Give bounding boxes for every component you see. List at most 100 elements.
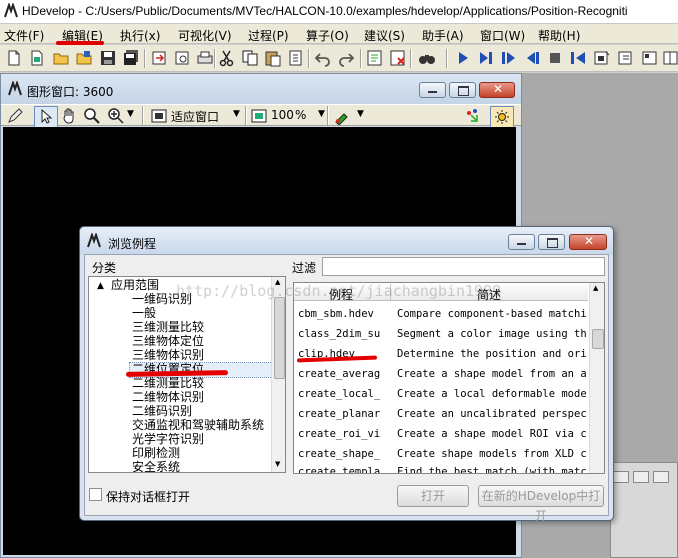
zoom-percent-icon[interactable] (250, 107, 268, 125)
save-icon[interactable] (99, 49, 117, 67)
table-cell-name[interactable]: create_templa (298, 466, 382, 473)
filter-input[interactable] (322, 257, 605, 276)
redo-icon[interactable] (337, 49, 355, 67)
menu-assistants[interactable]: 助手(A) (422, 27, 464, 44)
zoom-value[interactable]: 100 (271, 108, 294, 122)
table-scroll-thumb[interactable] (592, 329, 604, 349)
edit-pencil-icon[interactable] (6, 107, 24, 125)
table-cell-name[interactable]: create_roi_vi (298, 428, 382, 440)
activate-lines-icon[interactable] (366, 49, 384, 67)
dialog-title-bar[interactable]: 浏览例程 ✕ (80, 227, 613, 255)
color-dropdown-arrow-icon[interactable]: ▼ (357, 109, 364, 119)
scroll-down-arrow-icon[interactable]: ▼ (275, 460, 280, 468)
print-icon[interactable] (196, 49, 214, 67)
keep-open-checkbox[interactable] (89, 488, 102, 501)
color-paint-icon[interactable] (333, 107, 351, 125)
dialog-close-button[interactable]: ✕ (569, 234, 607, 250)
menu-execute[interactable]: 执行(x) (120, 27, 160, 44)
close-button[interactable]: ✕ (479, 82, 515, 98)
tree-item[interactable]: 三维测量比较 (132, 321, 204, 334)
cut-icon[interactable] (218, 49, 236, 67)
deactivate-lines-icon[interactable] (389, 49, 407, 67)
zoom-in-icon[interactable] (107, 107, 125, 125)
inspect-icon[interactable] (463, 107, 481, 125)
menu-help[interactable]: 帮助(H) (538, 27, 580, 44)
tree-item[interactable]: 光学字符识别 (132, 433, 204, 446)
undo-icon[interactable] (314, 49, 332, 67)
table-cell-name[interactable]: create_local_ (298, 388, 382, 400)
paste-icon[interactable] (264, 49, 282, 67)
tree-item[interactable]: 三维物体定位 (132, 335, 204, 348)
tree-item[interactable]: 一般 (132, 307, 156, 320)
table-scroll-up-arrow-icon[interactable]: ▲ (593, 284, 598, 292)
visualize-settings-button[interactable] (490, 106, 514, 128)
tree-item[interactable]: 二维码识别 (132, 405, 192, 418)
table-cell-name[interactable]: class_2dim_su (298, 328, 382, 340)
export-icon[interactable] (150, 49, 168, 67)
window-layout-icon[interactable] (641, 49, 659, 67)
hand-icon[interactable] (60, 107, 78, 125)
graphics-window-title-bar[interactable]: 图形窗口: 3600 ✕ (1, 74, 521, 104)
table-cell-desc[interactable]: Compare component-based matchi (397, 308, 587, 320)
table-cell-desc[interactable]: Create an uncalibrated perspec (397, 408, 587, 420)
step-out-icon[interactable] (523, 49, 541, 67)
menu-visualize[interactable]: 可视化(V) (178, 27, 232, 44)
step-into-icon[interactable] (500, 49, 518, 67)
tree-collapse-icon[interactable]: ▲ (97, 280, 104, 293)
open-in-new-hdevelop-button[interactable]: 在新的HDevelop中打开 (478, 485, 604, 523)
tree-scroll-thumb[interactable] (274, 297, 285, 379)
table-cell-desc[interactable]: Create a shape model ROI via c (397, 428, 587, 440)
menu-procedures[interactable]: 过程(P) (248, 27, 289, 44)
reset-all-icon[interactable] (593, 49, 611, 67)
table-cell-desc[interactable]: Segment a color image using th (397, 328, 587, 340)
table-cell-desc[interactable]: Determine the position and ori (397, 348, 587, 360)
zoom-dropdown-arrow-icon[interactable]: ▼ (127, 109, 134, 119)
table-cell-desc[interactable]: Find the best match (with matc (397, 466, 587, 473)
dialog-minimize-button[interactable] (508, 234, 535, 250)
step-over-icon[interactable] (477, 49, 495, 67)
tree-item[interactable]: 二维物体识别 (132, 391, 204, 404)
dialog-maximize-button[interactable] (538, 234, 565, 250)
save-all-icon[interactable] (122, 49, 140, 67)
tree-item[interactable]: 交通监视和驾驶辅助系统 (132, 419, 264, 432)
tree-scrollbar[interactable]: ▲ ▼ (271, 277, 285, 472)
tree-item[interactable]: 印刷检测 (132, 447, 180, 460)
tree-item[interactable]: 三维物体识别 (132, 349, 204, 362)
zoom-icon[interactable] (83, 107, 101, 125)
open-button[interactable]: 打开 (397, 485, 469, 507)
open-folder-icon[interactable] (52, 49, 70, 67)
reset-program-icon[interactable] (569, 49, 587, 67)
tree-item[interactable]: 安全系统 (132, 461, 180, 473)
breakpoint-icon[interactable] (617, 49, 635, 67)
table-cell-name[interactable]: cbm_sbm.hdev (298, 308, 382, 320)
delete-icon[interactable] (287, 49, 305, 67)
menu-file[interactable]: 文件(F) (4, 27, 44, 44)
fit-dropdown-arrow-icon[interactable]: ▼ (233, 109, 240, 119)
tree-item[interactable]: 二维测量比较 (132, 377, 204, 390)
pointer-tool-button[interactable] (34, 106, 58, 128)
menu-window[interactable]: 窗口(W) (480, 27, 525, 44)
fit-window-icon[interactable] (150, 107, 168, 125)
table-cell-name[interactable]: create_planar (298, 408, 382, 420)
table-scrollbar[interactable]: ▲ (589, 283, 604, 473)
menu-suggestions[interactable]: 建议(S) (364, 27, 405, 44)
stop-icon[interactable] (546, 49, 564, 67)
print-preview-icon[interactable] (173, 49, 191, 67)
table-cell-desc[interactable]: Create a local deformable mode (397, 388, 587, 400)
new-file-icon[interactable] (5, 49, 23, 67)
run-icon[interactable] (454, 49, 472, 67)
table-cell-desc[interactable]: Create shape models from XLD c (397, 448, 587, 460)
open-file-icon[interactable] (28, 49, 46, 67)
menu-operators[interactable]: 算子(O) (306, 27, 349, 44)
fit-window-label[interactable]: 适应窗口 (171, 108, 219, 125)
minimize-button[interactable] (419, 82, 446, 98)
table-cell-desc[interactable]: Create a shape model from an a (397, 368, 587, 380)
table-cell-name[interactable]: create_averag (298, 368, 382, 380)
copy-icon[interactable] (241, 49, 259, 67)
table-cell-name[interactable]: create_shape_ (298, 448, 382, 460)
open-example-icon[interactable] (75, 49, 93, 67)
maximize-button[interactable] (449, 82, 476, 98)
tree-root[interactable]: 应用范围 (111, 279, 159, 292)
zoom-value-dropdown-arrow-icon[interactable]: ▼ (318, 109, 325, 119)
window-tile-icon[interactable] (662, 49, 678, 67)
